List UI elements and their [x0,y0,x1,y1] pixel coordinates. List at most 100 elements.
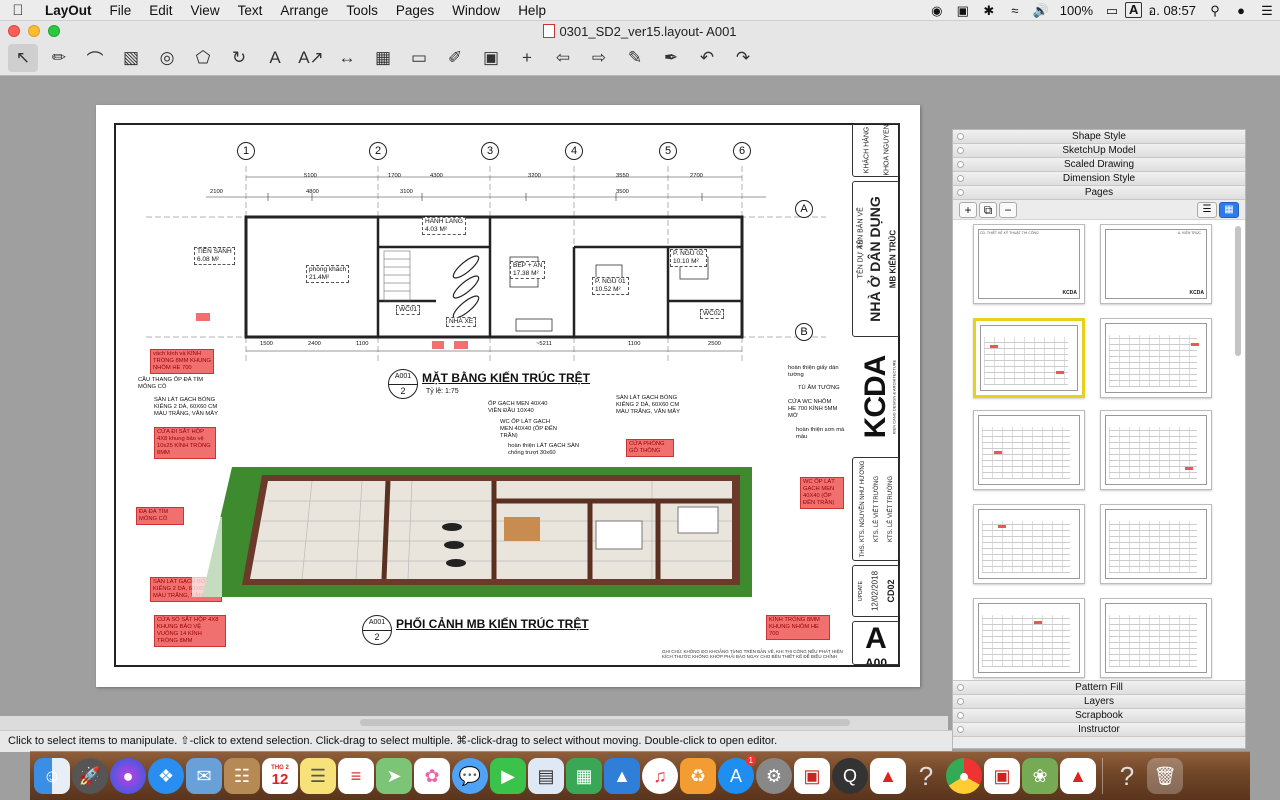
battery-icon[interactable]: ▭ [1099,0,1125,21]
help-viewer-icon[interactable]: ? [1109,758,1145,794]
zoom-window-button[interactable] [48,25,60,37]
collapse-dot-icon[interactable] [957,684,964,691]
panel-scrapbook[interactable]: Scrapbook [953,709,1245,723]
sketchup-icon[interactable]: ▲ [870,758,906,794]
page-thumbnail-selected[interactable] [973,318,1085,398]
list-view-icon[interactable]: ☰ [1197,201,1217,218]
collapse-dot-icon[interactable] [957,726,964,733]
pineapple-icon[interactable]: ❀ [1022,758,1058,794]
add-page-button[interactable]: + [959,201,977,218]
mail-icon[interactable]: ✉ [186,758,222,794]
collapse-dot-icon[interactable] [957,698,964,705]
siri-icon[interactable]: ● [1228,0,1254,21]
panel-scaled-drawing[interactable]: Scaled Drawing [953,158,1245,172]
next-page-tool[interactable]: ⇨ [584,44,614,72]
collapse-dot-icon[interactable] [957,147,964,154]
volume-icon[interactable]: 🔊 [1028,0,1054,21]
camera-icon[interactable]: ▣ [950,0,976,21]
keynote-preview-icon[interactable]: ▤ [528,758,564,794]
quicktime-icon[interactable]: Q [832,758,868,794]
keynote-icon[interactable]: ▲ [604,758,640,794]
battery-percent[interactable]: 100% [1054,0,1099,21]
apple-icon[interactable]:  [0,2,36,19]
page-thumbnail[interactable] [973,410,1085,490]
system-preferences-icon[interactable]: ⚙ [756,758,792,794]
numbers-icon[interactable]: ▦ [566,758,602,794]
menu-tools[interactable]: Tools [337,0,387,21]
page-thumbnail[interactable] [1100,410,1212,490]
bluetooth-icon[interactable]: ✱ [976,0,1002,21]
books-icon[interactable]: ♻ [680,758,716,794]
input-source[interactable]: A [1125,2,1143,18]
notes-icon[interactable]: ☰ [300,758,336,794]
panel-pattern-fill[interactable]: Pattern Fill [953,681,1245,695]
floor-plan-drawing[interactable] [136,141,836,377]
collapse-dot-icon[interactable] [957,189,964,196]
eraser-tool[interactable]: ▭ [404,44,434,72]
messages-icon[interactable]: 💬 [452,758,488,794]
add-page-tool[interactable]: + [512,44,542,72]
chrome-icon[interactable]: ● [946,758,982,794]
menu-window[interactable]: Window [443,0,509,21]
menu-arrange[interactable]: Arrange [271,0,337,21]
trash-icon[interactable]: 🗑 [1147,758,1183,794]
perspective-render[interactable] [192,457,772,607]
delete-page-button[interactable]: − [999,201,1017,218]
layout-icon[interactable]: ▣ [794,758,830,794]
pencil-line-tool[interactable]: ✏ [44,44,74,72]
safari-icon[interactable]: ❖ [148,758,184,794]
page-thumbnail[interactable] [973,504,1085,584]
help-icon[interactable]: ? [908,758,944,794]
dimension-tool[interactable]: ↔ [332,44,362,72]
menu-pages[interactable]: Pages [387,0,443,21]
reminders-icon[interactable]: ≡ [338,758,374,794]
maps-icon[interactable]: ➤ [376,758,412,794]
facetime-icon[interactable]: ▶ [490,758,526,794]
siri-icon[interactable]: ● [110,758,146,794]
text-tool[interactable]: A [260,44,290,72]
close-window-button[interactable] [8,25,20,37]
presentation-tool[interactable]: ▣ [476,44,506,72]
music-icon[interactable]: ♫ [642,758,678,794]
previous-page-tool[interactable]: ⇦ [548,44,578,72]
select-tool[interactable]: ↖ [8,44,38,72]
scrollbar-knob[interactable] [360,719,850,726]
style-tool[interactable]: ✐ [440,44,470,72]
finder-icon[interactable]: ☺ [34,758,70,794]
document-canvas[interactable]: 1 2 3 4 5 6 A B 5100 1700 4300 3200 3550… [0,77,948,730]
layout-document-icon[interactable]: ▣ [984,758,1020,794]
menu-clock[interactable]: อ. 08:57 [1142,0,1202,21]
menu-file[interactable]: File [101,0,141,21]
sketchup-document-icon[interactable]: ▲ [1060,758,1096,794]
page-thumbnails[interactable]: CD. THIẾT KẾ KỸ THUẬT THI CÔNG KCDA A. KI… [953,220,1245,681]
panel-sketchup-model[interactable]: SketchUp Model [953,144,1245,158]
panel-pages[interactable]: Pages [953,186,1245,200]
label-tool[interactable]: A↗ [296,44,326,72]
page-thumbnail[interactable]: CD. THIẾT KẾ KỸ THUẬT THI CÔNG KCDA [973,224,1085,304]
grid-view-icon[interactable]: ▦ [1219,201,1239,218]
page-thumbnail[interactable] [973,598,1085,678]
menu-edit[interactable]: Edit [140,0,181,21]
launchpad-icon[interactable]: 🚀 [72,758,108,794]
panel-instructor[interactable]: Instructor [953,723,1245,737]
collapse-dot-icon[interactable] [957,161,964,168]
collapse-dot-icon[interactable] [957,712,964,719]
panel-layers[interactable]: Layers [953,695,1245,709]
menu-view[interactable]: View [182,0,229,21]
menu-text[interactable]: Text [229,0,272,21]
redo-tool[interactable]: ↷ [728,44,758,72]
thumbnails-scrollbar[interactable] [1235,226,1241,356]
document-page[interactable]: 1 2 3 4 5 6 A B 5100 1700 4300 3200 3550… [96,105,920,687]
calendar-icon[interactable]: THG 2 12 [262,758,298,794]
arc-tool[interactable]: ⌒ [80,44,110,72]
offset-tool[interactable]: ⬠ [188,44,218,72]
panel-shape-style[interactable]: Shape Style [953,130,1245,144]
table-tool[interactable]: ▦ [368,44,398,72]
app-store-icon[interactable]: A1 [718,755,756,794]
page-thumbnail[interactable] [1100,504,1212,584]
menu-app[interactable]: LayOut [36,0,101,21]
circle-tool[interactable]: ◎ [152,44,182,72]
notification-center-icon[interactable]: ☰ [1254,0,1280,21]
undo-tool[interactable]: ↶ [692,44,722,72]
rectangle-tool[interactable]: ▧ [116,44,146,72]
